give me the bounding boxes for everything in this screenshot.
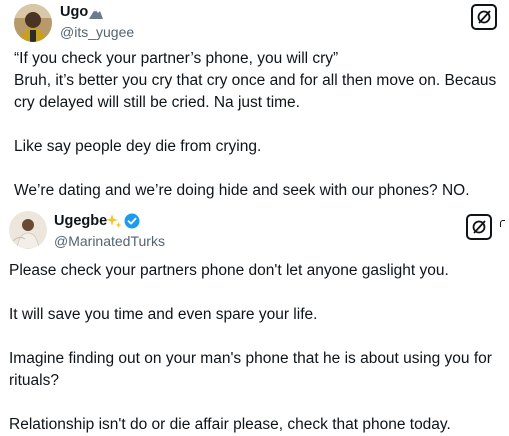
tweet-line	[9, 282, 492, 304]
tweet-line: Bruh, it’s better you cry that cry once …	[14, 72, 497, 89]
tweet-line: Please check your partners phone don't l…	[9, 262, 449, 279]
x-logo-button[interactable]	[466, 214, 492, 240]
tweet-line	[9, 326, 492, 348]
tweet-line: We’re dating and we’re doing hide and se…	[14, 182, 470, 199]
display-name[interactable]: Ugegbe	[54, 213, 107, 229]
mountain-emoji-icon	[89, 6, 103, 24]
avatar[interactable]	[14, 4, 52, 42]
tweet-text: Please check your partners phone don't l…	[9, 260, 492, 436]
display-name[interactable]: Ugo	[60, 4, 88, 20]
user-handle[interactable]: @MarinatedTurks	[54, 233, 165, 249]
sparkles-emoji-icon	[106, 213, 122, 234]
tweet-card[interactable]: Ugo @its_yugee “If you check your partne…	[0, 0, 509, 208]
tweet-text: “If you check your partner’s phone, you …	[14, 48, 496, 202]
avatar[interactable]	[9, 211, 47, 249]
tweet-line: rituals?	[9, 372, 59, 389]
tweet-line: It will save you time and even spare you…	[9, 306, 318, 323]
tweet-card[interactable]: Ugegbe @MarinatedTurks Please check your…	[0, 208, 509, 436]
slash-circle-icon	[477, 10, 491, 24]
tweet-line: cry delayed will still be cried. Na just…	[14, 94, 300, 111]
verified-badge-icon[interactable]	[124, 213, 140, 234]
tweet-line	[9, 392, 492, 414]
tweet-line: “If you check your partner’s phone, you …	[14, 50, 339, 67]
tweet-line	[14, 158, 496, 180]
tweet-line	[14, 114, 496, 136]
slash-circle-icon	[472, 220, 486, 234]
overflow-edge-icon	[500, 220, 505, 227]
user-handle[interactable]: @its_yugee	[60, 24, 134, 40]
tweet-line: Imagine finding out on your man's phone …	[9, 350, 492, 367]
tweet-line: Relationship isn't do or die affair plea…	[9, 416, 451, 433]
x-logo-button[interactable]	[471, 4, 497, 30]
tweet-line: Like say people dey die from crying.	[14, 138, 262, 155]
